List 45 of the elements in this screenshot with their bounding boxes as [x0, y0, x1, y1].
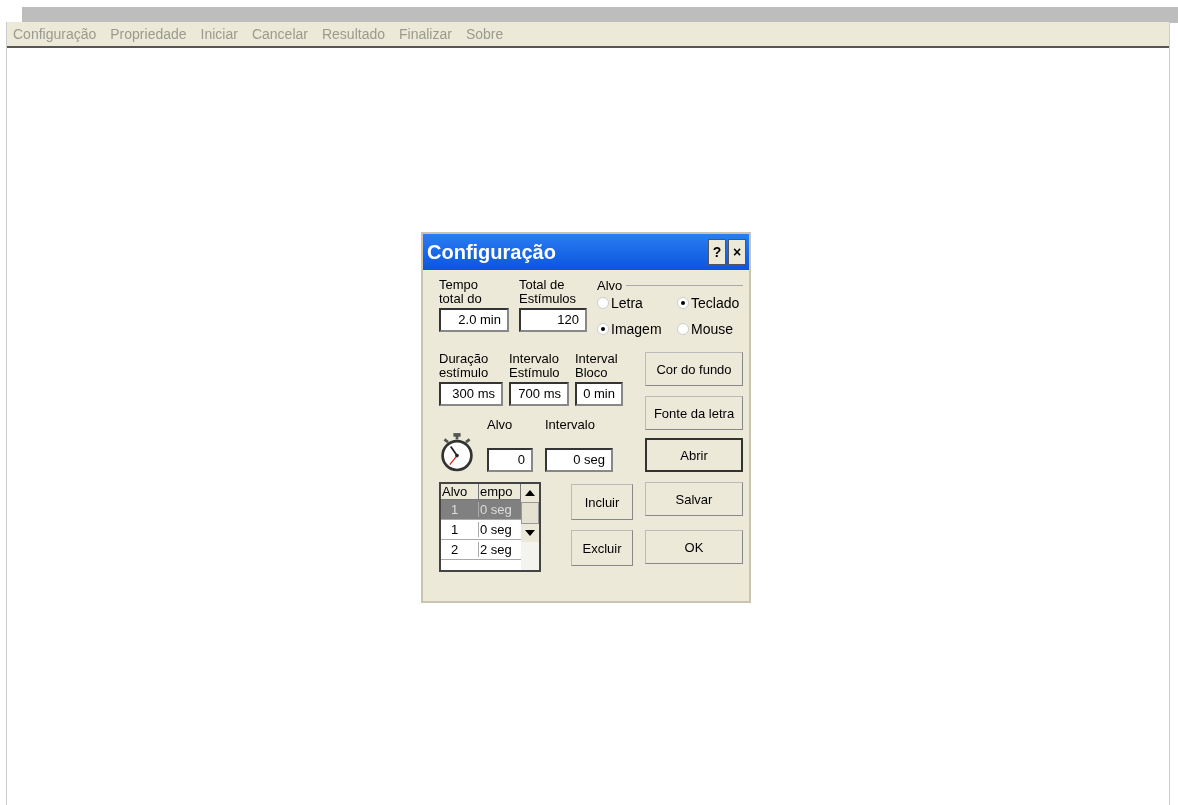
scroll-thumb[interactable]: [521, 502, 539, 524]
font-button[interactable]: Fonte da letra: [645, 396, 743, 430]
ok-button[interactable]: OK: [645, 530, 743, 564]
field-label: Alvo: [487, 418, 514, 434]
background-color-button[interactable]: Cor do fundo: [645, 352, 743, 386]
close-button[interactable]: ×: [728, 239, 746, 265]
scroll-down-icon[interactable]: [521, 524, 539, 542]
delete-button[interactable]: Excluir: [571, 530, 633, 566]
radio-option[interactable]: Teclado: [677, 295, 743, 311]
input-field[interactable]: 700 ms: [509, 382, 569, 406]
radio-option[interactable]: Mouse: [677, 321, 743, 337]
table-cell-text: 2 seg: [479, 542, 513, 557]
radio-option[interactable]: Imagem: [597, 321, 677, 337]
help-button[interactable]: ?: [708, 239, 726, 265]
input-field[interactable]: 300 ms: [439, 382, 503, 406]
include-button[interactable]: Incluir: [571, 484, 633, 520]
table-cell-text: 0 seg: [479, 522, 513, 537]
input-field[interactable]: 2.0 min: [439, 308, 509, 332]
input-field[interactable]: 0 seg: [545, 448, 613, 472]
radio-icon[interactable]: [677, 323, 689, 335]
table-cell: 1: [441, 502, 479, 517]
radio-icon[interactable]: [597, 297, 609, 309]
save-button[interactable]: Salvar: [645, 482, 743, 516]
radio-icon[interactable]: [597, 323, 609, 335]
field-label: Total de Estímulos: [519, 278, 578, 308]
stopwatch-icon: [439, 432, 475, 472]
table-cell: 1: [441, 522, 479, 537]
input-field[interactable]: 0 min: [575, 382, 623, 406]
radio-icon[interactable]: [677, 297, 689, 309]
input-field[interactable]: 0: [487, 448, 533, 472]
radio-option[interactable]: Letra: [597, 295, 677, 311]
input-field[interactable]: 120: [519, 308, 587, 332]
table-cell: 2: [441, 542, 479, 557]
field-label: Duração estímulo: [439, 352, 490, 382]
field-label: Tempo total do: [439, 278, 483, 308]
group-label: Alvo: [597, 278, 623, 293]
dialog-title: Configuração: [427, 240, 557, 264]
open-button[interactable]: Abrir: [645, 438, 743, 472]
field-label: Interval Bloco: [575, 352, 619, 382]
scroll-up-icon[interactable]: [521, 484, 539, 502]
field-label: Intervalo Estímulo: [509, 352, 561, 382]
column-header[interactable]: Alvo: [441, 484, 479, 499]
scrollbar[interactable]: [521, 484, 539, 570]
field-label: Intervalo: [545, 418, 596, 434]
table-cell-text: 0 seg: [479, 502, 513, 517]
